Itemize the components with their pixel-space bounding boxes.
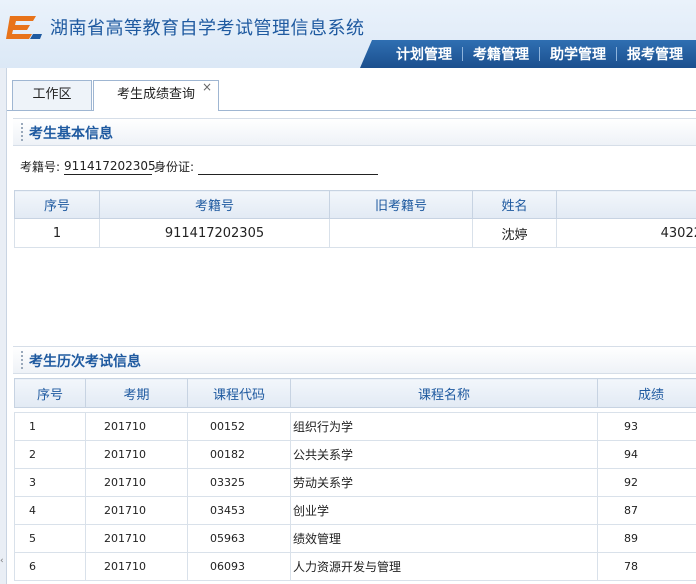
app-title: 湖南省高等教育自学考试管理信息系统: [50, 18, 365, 39]
table-row[interactable]: 6 201710 06093 人力资源开发与管理 78: [14, 552, 696, 581]
cell-period: 201710: [85, 412, 188, 441]
cell-score: 89: [597, 524, 696, 553]
cell-course-name: 组织行为学: [290, 412, 598, 441]
nav-registry-management[interactable]: 考籍管理: [463, 44, 539, 64]
cell-course-code: 05963: [187, 524, 291, 553]
cell-course-code: 06093: [187, 552, 291, 581]
column-header: 考籍号: [99, 190, 330, 219]
column-header: 考期: [85, 378, 188, 408]
tab-score-query[interactable]: 考生成绩查询 ×: [93, 80, 219, 111]
table-header-row: 序号 考期 课程代码 课程名称 成绩: [14, 378, 696, 408]
id-card-field[interactable]: [198, 159, 379, 175]
table-row[interactable]: 1 911417202305 沈婷 43022: [14, 218, 696, 248]
cell-score: 94: [597, 440, 696, 469]
section-title: 考生历次考试信息: [29, 354, 141, 370]
tab-workspace[interactable]: 工作区: [12, 80, 92, 110]
cell-period: 201710: [85, 468, 188, 497]
cell-course-name: 创业学: [290, 496, 598, 525]
column-header: [556, 190, 696, 219]
cell-name: 沈婷: [472, 218, 557, 248]
column-header: 课程名称: [290, 378, 598, 408]
cell-course-name: 绩效管理: [290, 524, 598, 553]
cell-score: 87: [597, 496, 696, 525]
cell-course-code: 03325: [187, 468, 291, 497]
table-row[interactable]: 1 201710 00152 组织行为学 93: [14, 412, 696, 441]
tab-label: 考生成绩查询: [116, 87, 195, 102]
exam-history-table: 序号 考期 课程代码 课程名称 成绩 1 201710 00152 组织行为学 …: [14, 378, 696, 581]
nav-registration-management[interactable]: 报考管理: [617, 44, 693, 64]
cell-period: 201710: [85, 440, 188, 469]
section-title: 考生基本信息: [29, 126, 113, 142]
column-header: 旧考籍号: [329, 190, 473, 219]
exam-no-field[interactable]: 911417202305: [64, 159, 156, 175]
nav-study-assist-management[interactable]: 助学管理: [540, 44, 616, 64]
exam-no-label: 考籍号:: [20, 160, 61, 174]
cell-exam-no: 911417202305: [99, 218, 330, 248]
cell-period: 201710: [85, 524, 188, 553]
column-header: 姓名: [472, 190, 557, 219]
cell-course-code: 00182: [187, 440, 291, 469]
tab-strip: 工作区 考生成绩查询 ×: [7, 74, 696, 111]
collapse-arrow-icon[interactable]: ‹: [0, 556, 4, 566]
column-header: 序号: [14, 378, 86, 408]
cell-id-card: 43022: [556, 218, 696, 248]
column-header: 课程代码: [187, 378, 291, 408]
cell-old-exam-no: [329, 218, 473, 248]
sidebar-collapse-bar[interactable]: ‹: [0, 68, 7, 584]
cell-score: 78: [597, 552, 696, 581]
table-row[interactable]: 5 201710 05963 绩效管理 89: [14, 524, 696, 553]
exam-history-section-header: 考生历次考试信息: [13, 346, 696, 374]
table-row[interactable]: 3 201710 03325 劳动关系学 92: [14, 468, 696, 497]
cell-seq: 3: [14, 468, 86, 497]
main-nav: 计划管理 考籍管理 助学管理 报考管理: [386, 40, 693, 68]
column-header: 序号: [14, 190, 100, 219]
cell-course-name: 公共关系学: [290, 440, 598, 469]
cell-course-name: 人力资源开发与管理: [290, 552, 598, 581]
cell-seq: 5: [14, 524, 86, 553]
basic-info-table: 序号 考籍号 旧考籍号 姓名 1 911417202305 沈婷 43022: [14, 190, 696, 248]
nav-plan-management[interactable]: 计划管理: [386, 44, 462, 64]
cell-seq: 1: [14, 218, 100, 248]
cell-score: 92: [597, 468, 696, 497]
cell-course-code: 03453: [187, 496, 291, 525]
id-card-label: 身份证:: [154, 160, 195, 174]
column-header: 成绩: [597, 378, 696, 408]
logo-icon: [6, 16, 42, 39]
close-icon[interactable]: ×: [202, 73, 212, 101]
search-form: 考籍号: 911417202305 身份证:: [20, 158, 379, 175]
tab-label: 工作区: [32, 87, 72, 102]
cell-period: 201710: [85, 496, 188, 525]
cell-seq: 2: [14, 440, 86, 469]
cell-seq: 1: [14, 412, 86, 441]
cell-course-name: 劳动关系学: [290, 468, 598, 497]
basic-info-section-header: 考生基本信息: [13, 118, 696, 146]
cell-seq: 6: [14, 552, 86, 581]
table-header-row: 序号 考籍号 旧考籍号 姓名: [14, 190, 696, 219]
table-row[interactable]: 4 201710 03453 创业学 87: [14, 496, 696, 525]
cell-period: 201710: [85, 552, 188, 581]
cell-seq: 4: [14, 496, 86, 525]
section-marker: [21, 123, 23, 141]
section-marker: [21, 351, 23, 369]
cell-score: 93: [597, 412, 696, 441]
cell-course-code: 00152: [187, 412, 291, 441]
table-row[interactable]: 2 201710 00182 公共关系学 94: [14, 440, 696, 469]
